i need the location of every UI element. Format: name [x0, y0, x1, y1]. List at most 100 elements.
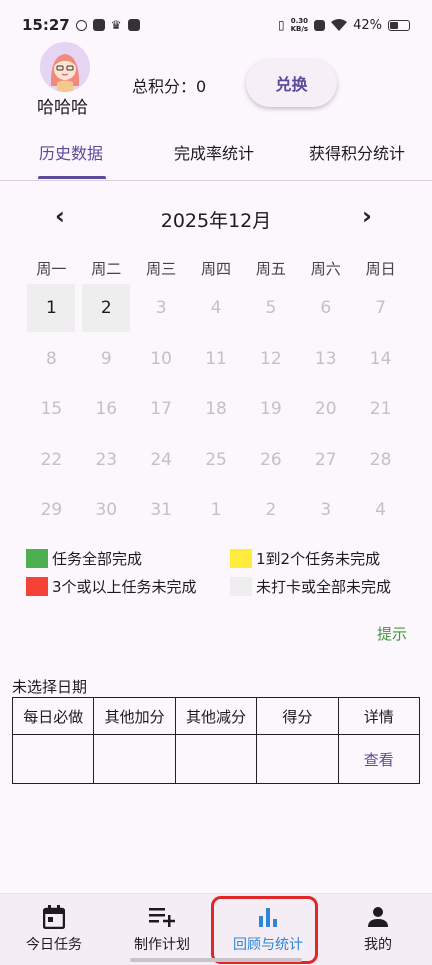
calendar-day[interactable]: 31: [134, 485, 189, 536]
crown-icon: ♛: [110, 18, 122, 32]
calendar-day[interactable]: 28: [353, 435, 408, 486]
tab-history[interactable]: 历史数据: [39, 140, 103, 164]
playlist-add-icon: [108, 904, 216, 930]
calendar-day[interactable]: 2: [243, 485, 298, 536]
calendar-day[interactable]: 7: [353, 283, 408, 334]
table-header: 其他减分: [174, 697, 258, 735]
calendar-day[interactable]: 24: [134, 435, 189, 486]
calendar-day[interactable]: 29: [24, 485, 79, 536]
nav-make-plan[interactable]: 制作计划: [108, 904, 216, 954]
calendar-day[interactable]: 8: [24, 334, 79, 385]
view-details-link[interactable]: 查看: [364, 751, 394, 769]
legend-swatch-yellow: [230, 549, 252, 568]
hint-link[interactable]: 提示: [377, 623, 407, 644]
tab-completion-rate[interactable]: 完成率统计: [174, 140, 254, 164]
calendar-day-number: 28: [369, 449, 392, 470]
calendar-day-number: 22: [40, 449, 63, 470]
calendar-day[interactable]: 23: [79, 435, 134, 486]
calendar-day[interactable]: 6: [298, 283, 353, 334]
avatar[interactable]: [40, 42, 90, 92]
calendar-day-number: 3: [320, 500, 332, 521]
calendar-day[interactable]: 16: [79, 384, 134, 435]
nav-today-tasks[interactable]: 今日任务: [0, 904, 108, 954]
table-header: 得分: [256, 697, 339, 735]
calendar-day[interactable]: 18: [189, 384, 244, 435]
calendar-day-number: 21: [369, 399, 392, 420]
message-icon: [127, 19, 140, 31]
calendar-day[interactable]: 19: [243, 384, 298, 435]
calendar-day-number: 6: [320, 298, 332, 319]
table-cell: [93, 734, 176, 784]
calendar-day-number: 10: [150, 348, 172, 369]
calendar-day-number: 1: [27, 284, 76, 333]
calendar-day-number: 4: [375, 500, 386, 521]
calendar-day[interactable]: 22: [24, 435, 79, 486]
calendar-day-number: 20: [314, 399, 337, 420]
calendar-day[interactable]: 20: [298, 384, 353, 435]
table-row: 查看: [11, 734, 421, 784]
next-month-button[interactable]: ›: [362, 202, 372, 230]
weekday-label: 周四: [201, 260, 232, 278]
nav-label: 今日任务: [26, 937, 82, 953]
notification-icon: [75, 19, 87, 31]
legend-swatch-gray: [230, 577, 252, 596]
calendar-day[interactable]: 14: [353, 334, 408, 385]
calendar-day[interactable]: 25: [189, 435, 244, 486]
calendar-day-number: 5: [265, 298, 277, 319]
calendar-day[interactable]: 3: [134, 283, 189, 334]
legend-item: 1到2个任务未完成: [230, 548, 380, 569]
tab-bar: 历史数据 完成率统计 获得积分统计: [0, 128, 432, 181]
calendar-day-number: 12: [260, 348, 282, 369]
calendar-day-number: 27: [314, 449, 337, 470]
calendar-day[interactable]: 1: [24, 283, 79, 334]
weekday-header: 周一 周二 周三 周四 周五 周六 周日: [24, 258, 408, 279]
calendar-day-number: 11: [205, 348, 227, 369]
calendar-day-number: 25: [205, 449, 227, 470]
calendar-day[interactable]: 5: [243, 283, 298, 334]
calendar-day[interactable]: 9: [79, 334, 134, 385]
view-details-cell: 查看: [337, 734, 421, 784]
calendar-day[interactable]: 4: [189, 283, 244, 334]
calendar-day[interactable]: 10: [134, 334, 189, 385]
table-cell: [11, 734, 95, 784]
calendar-day-number: 3: [155, 298, 167, 319]
calendar-day[interactable]: 13: [298, 334, 353, 385]
calendar-grid: 1 2 3 4 5 6 7 8 9 10 11 12 13 14 15 16 17 18 19 20 21 22 23 24 2…: [24, 283, 408, 536]
nav-mine[interactable]: 我的: [324, 904, 432, 954]
no-date-label: 未选择日期: [12, 678, 88, 696]
exchange-button[interactable]: 兑换: [246, 59, 337, 107]
calendar-day[interactable]: 3: [298, 485, 353, 536]
calendar-day[interactable]: 1: [189, 485, 244, 536]
table-cell: [174, 734, 258, 784]
month-navigation: ‹ 2025年12月 ›: [0, 196, 432, 240]
calendar-day-number: 13: [314, 348, 337, 369]
calendar-day[interactable]: 2: [79, 283, 134, 334]
calendar-day[interactable]: 17: [134, 384, 189, 435]
weekday-label: 周二: [91, 260, 122, 278]
calendar-day-number: 2: [265, 500, 277, 521]
calendar-day[interactable]: 12: [243, 334, 298, 385]
avatar-image: [40, 42, 90, 92]
home-indicator: [130, 958, 302, 962]
calendar-day-number: 15: [40, 399, 63, 420]
tab-indicator: [38, 176, 106, 179]
calendar-day-number: 18: [205, 399, 227, 420]
table-header: 其他加分: [93, 697, 176, 735]
app-notification-icon: [92, 19, 105, 31]
calendar-day[interactable]: 27: [298, 435, 353, 486]
calendar-day-number: 4: [210, 298, 222, 319]
tab-points-stats[interactable]: 获得积分统计: [309, 140, 405, 164]
calendar-day[interactable]: 4: [353, 485, 408, 536]
legend-item: 3个或以上任务未完成: [26, 576, 197, 597]
table-cell: [256, 734, 339, 784]
calendar-day[interactable]: 15: [24, 384, 79, 435]
calendar-day-number: 8: [46, 348, 57, 369]
calendar-day[interactable]: 26: [243, 435, 298, 486]
calendar-day-number: 30: [95, 500, 118, 521]
calendar-day[interactable]: 30: [79, 485, 134, 536]
calendar-day[interactable]: 11: [189, 334, 244, 385]
daily-detail-table: 每日必做 其他加分 其他减分 得分 详情 查看: [11, 697, 421, 784]
weekday-label: 周三: [146, 260, 177, 278]
weekday-label: 周日: [365, 260, 396, 278]
calendar-day[interactable]: 21: [353, 384, 408, 435]
